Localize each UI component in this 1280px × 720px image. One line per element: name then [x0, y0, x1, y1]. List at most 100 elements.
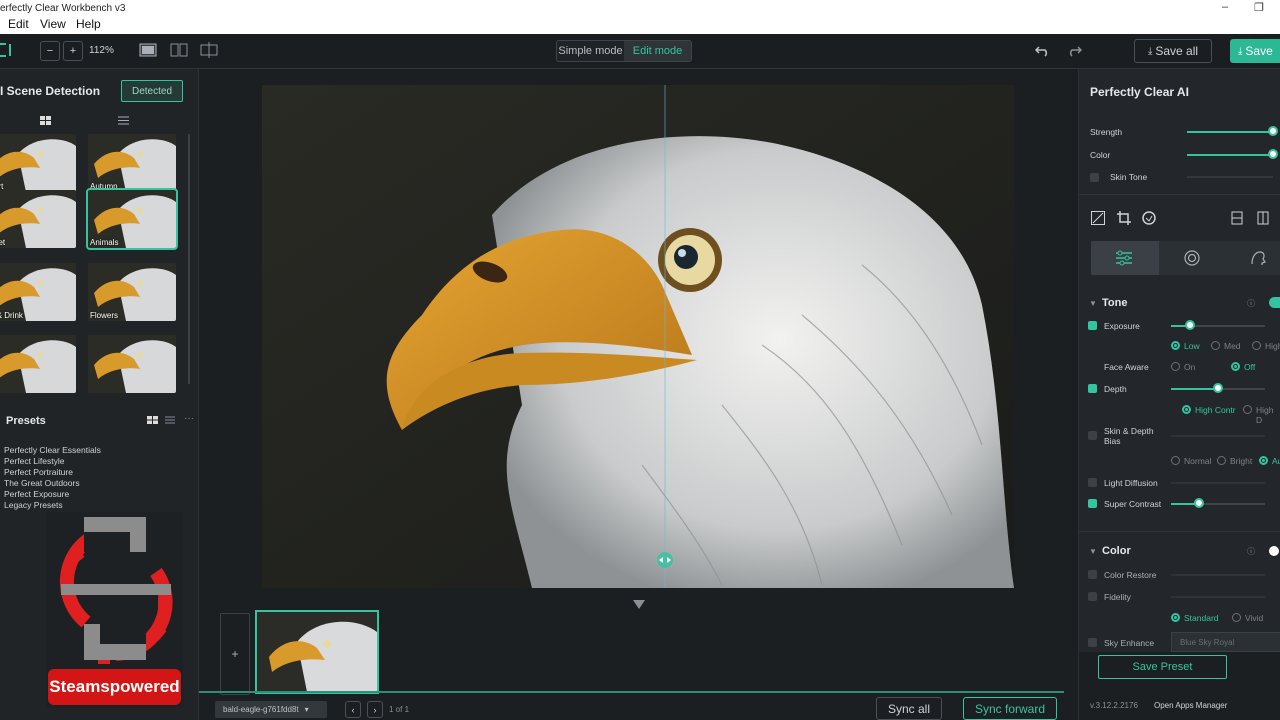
split-view-icon[interactable] [170, 43, 188, 57]
split-handle-icon[interactable] [655, 551, 675, 569]
exposure-low-radio[interactable] [1171, 341, 1180, 350]
bias-normal-radio[interactable] [1171, 456, 1180, 465]
depth-high-d-radio[interactable] [1243, 405, 1252, 414]
minimize-icon[interactable]: – [1222, 1, 1228, 13]
scene-thumbnail[interactable]: nset [0, 190, 76, 248]
scene-thumbnail[interactable] [0, 335, 76, 393]
menu-help[interactable]: Help [76, 17, 101, 31]
preset-item[interactable]: Perfect Lifestyle [4, 456, 64, 466]
bias-bright-radio[interactable] [1217, 456, 1226, 465]
apps-manager-link[interactable]: Open Apps Manager [1154, 701, 1227, 710]
exposure-med-radio[interactable] [1211, 341, 1220, 350]
fidelity-vivid-radio[interactable] [1232, 613, 1241, 622]
super-contrast-knob[interactable] [1194, 498, 1204, 508]
preset-item[interactable]: Legacy Presets [4, 500, 63, 510]
skin-tone-checkbox[interactable] [1090, 173, 1099, 182]
color-restore-label: Color Restore [1104, 570, 1157, 580]
flip-icon[interactable] [1257, 211, 1269, 225]
exposure-checkbox[interactable] [1088, 321, 1097, 330]
save-button[interactable]: ⤓ Save [1230, 39, 1280, 63]
preset-item[interactable]: Perfect Exposure [4, 489, 69, 499]
save-preset-button[interactable]: Save Preset [1098, 655, 1227, 679]
align-icon[interactable] [1231, 211, 1243, 225]
collapse-tone-icon[interactable]: ▼ [1089, 299, 1097, 308]
presets-list-icon[interactable] [165, 416, 175, 424]
depth-checkbox[interactable] [1088, 384, 1097, 393]
skin-depth-checkbox[interactable] [1088, 431, 1097, 440]
fit-icon[interactable] [0, 42, 12, 58]
scene-thumbnail[interactable]: Flowers [88, 263, 176, 321]
preset-item[interactable]: Perfect Portraiture [4, 467, 73, 477]
collapse-filmstrip-icon[interactable] [633, 600, 645, 609]
exposure-knob[interactable] [1185, 320, 1195, 330]
scene-thumbnail-label: Flowers [90, 311, 119, 320]
preset-item[interactable]: Perfectly Clear Essentials [4, 445, 101, 455]
compare-view-icon[interactable] [200, 42, 218, 58]
face-on-radio[interactable] [1171, 362, 1180, 371]
light-diffusion-checkbox[interactable] [1088, 478, 1097, 487]
levels-icon[interactable] [1091, 211, 1105, 225]
zoom-out-button[interactable]: − [40, 41, 60, 61]
scene-thumbnail[interactable]: Animals [86, 188, 178, 250]
tab-portrait[interactable] [1225, 241, 1280, 275]
filmstrip-thumbnail[interactable] [255, 610, 379, 694]
color-restore-checkbox[interactable] [1088, 570, 1097, 579]
exposure-high-radio[interactable] [1252, 341, 1261, 350]
thumbs-scrollbar[interactable] [188, 134, 190, 384]
scene-thumbnail[interactable] [88, 335, 176, 393]
save-all-button[interactable]: ⤓ Save all [1134, 39, 1212, 63]
skin-tone-track[interactable] [1187, 176, 1273, 178]
sync-all-button[interactable]: Sync all [876, 697, 942, 720]
prev-page-button[interactable]: ‹ [345, 701, 361, 718]
fidelity-track[interactable] [1171, 596, 1265, 598]
redo-icon[interactable] [1066, 43, 1082, 57]
sky-enhance-select[interactable]: Blue Sky Royal [1171, 632, 1280, 652]
face-off-label: Off [1244, 362, 1256, 372]
next-page-button[interactable]: › [367, 701, 383, 718]
scene-thumbnail[interactable]: d & Drink [0, 263, 76, 321]
skin-depth-track[interactable] [1171, 435, 1265, 437]
restore-icon[interactable]: ❐ [1254, 1, 1264, 14]
color-restore-track[interactable] [1171, 574, 1265, 576]
color-toggle[interactable] [1269, 546, 1279, 556]
sky-enhance-checkbox[interactable] [1088, 638, 1097, 647]
grid-view-icon[interactable] [40, 116, 51, 125]
single-view-icon[interactable] [139, 43, 157, 57]
depth-high-contr-radio[interactable] [1182, 405, 1191, 414]
edit-mode-button[interactable]: Edit mode [624, 41, 691, 61]
color-knob[interactable] [1268, 149, 1278, 159]
scene-thumbnail[interactable]: Autumn [88, 134, 176, 192]
zoom-in-button[interactable]: + [63, 41, 83, 61]
face-off-radio[interactable] [1231, 362, 1240, 371]
simple-mode-button[interactable]: Simple mode [557, 41, 624, 61]
tab-effects[interactable] [1159, 241, 1225, 275]
strength-knob[interactable] [1268, 126, 1278, 136]
list-view-icon[interactable] [118, 116, 129, 125]
super-contrast-checkbox[interactable] [1088, 499, 1097, 508]
eagle-photo[interactable] [262, 85, 1014, 588]
light-diffusion-track[interactable] [1171, 482, 1265, 484]
color-info-icon[interactable]: ⓘ [1247, 546, 1255, 557]
presets-grid-icon[interactable] [147, 416, 158, 424]
sync-forward-button[interactable]: Sync forward [963, 697, 1057, 720]
menu-view[interactable]: View [40, 17, 66, 31]
tab-adjustments[interactable] [1091, 241, 1159, 275]
more-icon[interactable]: ··· [184, 413, 194, 424]
depth-knob[interactable] [1213, 383, 1223, 393]
preset-item[interactable]: The Great Outdoors [4, 478, 80, 488]
add-image-button[interactable]: + [220, 613, 250, 695]
tone-toggle[interactable] [1269, 297, 1280, 308]
menu-edit[interactable]: Edit [8, 17, 29, 31]
fidelity-checkbox[interactable] [1088, 592, 1097, 601]
crop-icon[interactable] [1117, 211, 1131, 225]
file-name-select[interactable]: bald-eagle-g761fdd8t ▾ [215, 701, 327, 718]
scene-thumbnail[interactable]: sert [0, 134, 76, 192]
detected-button[interactable]: Detected [121, 80, 183, 102]
dropdown-icon: ▾ [304, 705, 309, 714]
bias-auto-radio[interactable] [1259, 456, 1268, 465]
undo-icon[interactable] [1035, 43, 1051, 57]
collapse-color-icon[interactable]: ▼ [1089, 547, 1097, 556]
retouch-icon[interactable] [1142, 211, 1156, 225]
fidelity-standard-radio[interactable] [1171, 613, 1180, 622]
info-icon[interactable]: ⓘ [1247, 298, 1255, 309]
